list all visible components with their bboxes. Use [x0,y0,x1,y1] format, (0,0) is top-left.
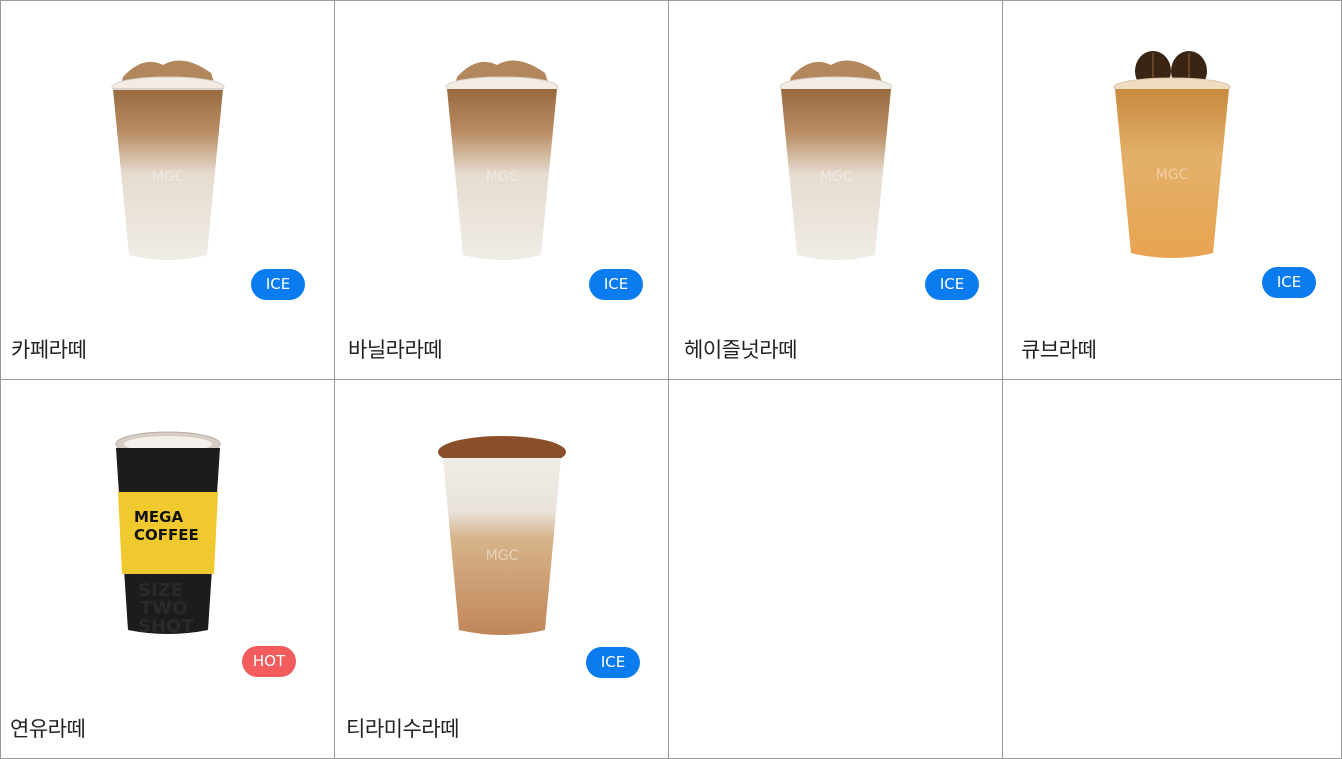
empty-cell [668,379,1003,759]
menu-item-tiramisu-latte[interactable]: MGC ICE 티라미수라떼 [334,379,669,759]
menu-item-name: 티라미수라떼 [346,717,459,741]
menu-item-name: 연유라떼 [10,717,86,741]
menu-item-name: 바닐라라떼 [348,338,443,362]
ice-badge: ICE [589,269,643,300]
menu-grid: MGC ICE 카페라떼 MGC ICE 바닐라라떼 MGC ICE 헤이즐넛라… [0,0,1342,759]
menu-item-vanilla-latte[interactable]: MGC ICE 바닐라라떼 [334,0,669,380]
tiramisu-latte-cup-icon: MGC [437,436,566,635]
svg-text:MGC: MGC [485,548,518,564]
empty-cell [1002,379,1342,759]
iced-latte-cup-icon: MGC [111,60,224,260]
ice-badge: ICE [251,269,305,300]
hot-coffee-cup-icon: MEGA COFFEE SIZE TWO SHOT [115,431,220,637]
cup-print-coffee: COFFEE [134,526,199,544]
svg-text:MGC: MGC [1156,167,1189,183]
menu-item-hazelnut-latte[interactable]: MGC ICE 헤이즐넛라떼 [668,0,1003,380]
svg-text:MGC: MGC [151,169,184,185]
iced-latte-cup-icon: MGC [445,60,558,260]
menu-item-condensed-milk-latte[interactable]: MEGA COFFEE SIZE TWO SHOT HOT 연유라떼 [0,379,335,759]
cup-print-shot: SHOT [138,616,194,637]
menu-item-name: 카페라떼 [11,338,87,362]
ice-badge: ICE [586,647,640,678]
cube-latte-cup-icon: MGC [1113,51,1231,258]
menu-item-cube-latte[interactable]: MGC ICE 큐브라떼 [1002,0,1342,380]
iced-latte-cup-icon: MGC [779,60,892,260]
menu-item-cafe-latte[interactable]: MGC ICE 카페라떼 [0,0,335,380]
cup-print-mega: MEGA [134,508,183,526]
menu-item-name: 헤이즐넛라떼 [684,338,797,362]
svg-text:MGC: MGC [819,169,852,185]
svg-text:MGC: MGC [485,169,518,185]
ice-badge: ICE [1262,267,1316,298]
ice-badge: ICE [925,269,979,300]
hot-badge: HOT [242,646,296,677]
menu-item-name: 큐브라떼 [1021,338,1097,362]
